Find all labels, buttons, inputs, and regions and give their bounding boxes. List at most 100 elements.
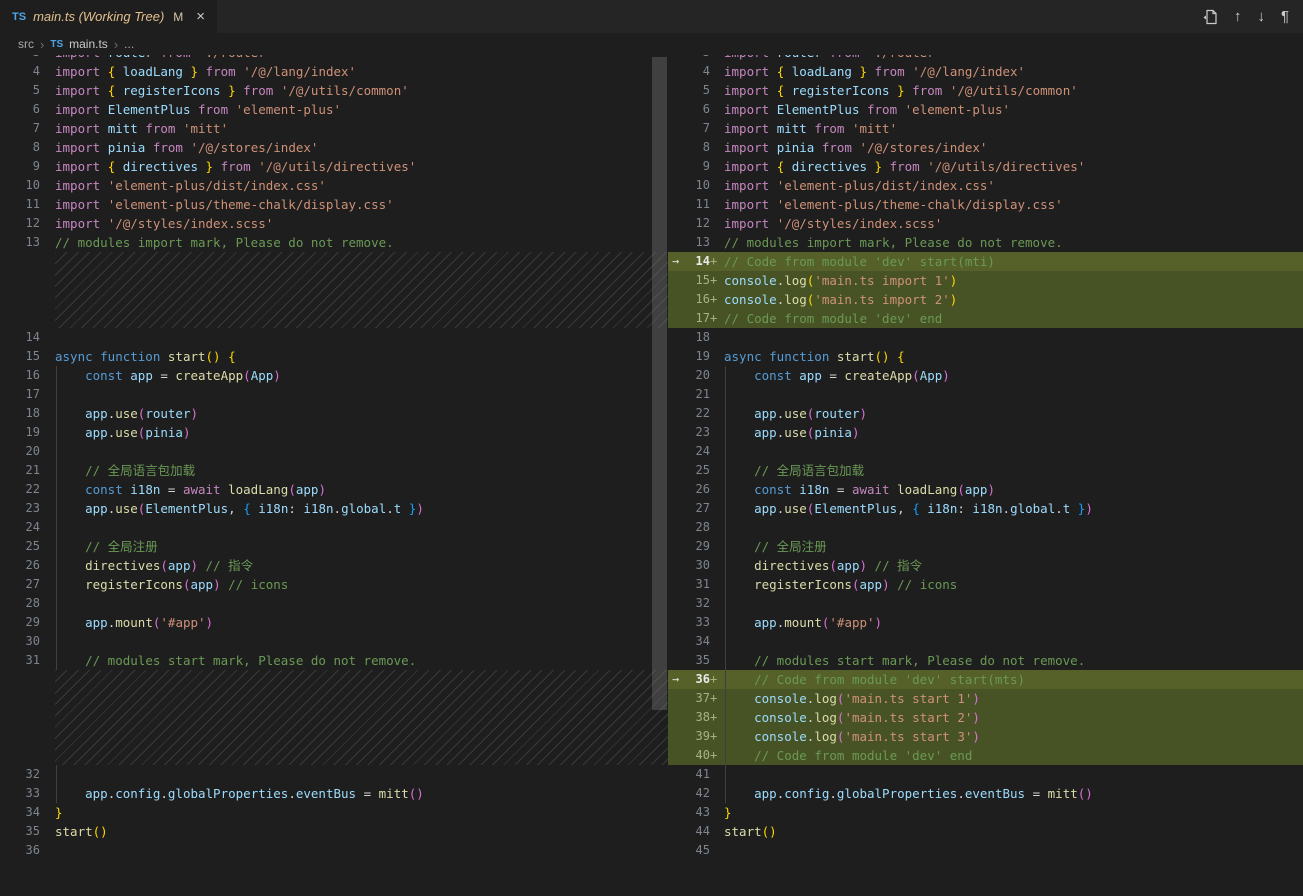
code-line[interactable]: 4import { loadLang } from '/@/lang/index… <box>668 62 1303 81</box>
glyph-margin <box>668 55 686 62</box>
code-line[interactable]: 3import router from './router' <box>668 55 1303 62</box>
vertical-scrollbar[interactable] <box>652 57 667 710</box>
code-line[interactable]: 25 // 全局语言包加载 <box>668 461 1303 480</box>
code-line[interactable]: 15async function start() { <box>0 347 668 366</box>
code-line[interactable]: 12import '/@/styles/index.scss' <box>0 214 668 233</box>
code-line[interactable]: 11import 'element-plus/theme-chalk/displ… <box>668 195 1303 214</box>
code-line[interactable]: 20 const app = createApp(App) <box>668 366 1303 385</box>
indent-guide <box>56 632 57 651</box>
code-line[interactable]: 16 const app = createApp(App) <box>0 366 668 385</box>
code-line[interactable]: 18 <box>668 328 1303 347</box>
code-line[interactable]: 10import 'element-plus/dist/index.css' <box>0 176 668 195</box>
code-line[interactable]: 19 app.use(pinia) <box>0 423 668 442</box>
code-line[interactable]: 31 // modules start mark, Please do not … <box>0 651 668 670</box>
code-line[interactable]: 24 <box>0 518 668 537</box>
added-code-line[interactable]: →36+ // Code from module 'dev' start(mts… <box>668 670 1303 689</box>
code-line[interactable]: 35start() <box>0 822 668 841</box>
code-line[interactable]: 19async function start() { <box>668 347 1303 366</box>
typescript-file-icon: TS <box>50 39 63 50</box>
code-line[interactable]: 29 // 全局注册 <box>668 537 1303 556</box>
code-line[interactable]: 41 <box>668 765 1303 784</box>
code-line[interactable]: 4import { loadLang } from '/@/lang/index… <box>0 62 668 81</box>
code-line[interactable]: 33 app.mount('#app') <box>668 613 1303 632</box>
code-line[interactable]: 18 app.use(router) <box>0 404 668 423</box>
code-line[interactable]: 9import { directives } from '/@/utils/di… <box>668 157 1303 176</box>
code-line[interactable]: 21 // 全局语言包加载 <box>0 461 668 480</box>
code-line[interactable]: 5import { registerIcons } from '/@/utils… <box>668 81 1303 100</box>
code-line[interactable]: 26 const i18n = await loadLang(app) <box>668 480 1303 499</box>
code-line[interactable]: 28 <box>668 518 1303 537</box>
close-icon[interactable]: × <box>196 8 205 25</box>
code-line[interactable]: 45 <box>668 841 1303 860</box>
line-number: 40 <box>686 746 710 765</box>
code-line[interactable]: 34} <box>0 803 668 822</box>
code-line[interactable]: 43} <box>668 803 1303 822</box>
code-line[interactable]: 31 registerIcons(app) // icons <box>668 575 1303 594</box>
code-line[interactable]: 21 <box>668 385 1303 404</box>
code-text: app.use(router) <box>55 404 198 423</box>
code-line[interactable]: 20 <box>0 442 668 461</box>
code-line[interactable]: 8import pinia from '/@/stores/index' <box>0 138 668 157</box>
code-line[interactable]: 14 <box>0 328 668 347</box>
code-line[interactable]: 29 app.mount('#app') <box>0 613 668 632</box>
code-line[interactable]: 8import pinia from '/@/stores/index' <box>668 138 1303 157</box>
code-line[interactable]: 6import ElementPlus from 'element-plus' <box>0 100 668 119</box>
code-line[interactable]: 13// modules import mark, Please do not … <box>0 233 668 252</box>
added-code-line[interactable]: 16+console.log('main.ts import 2') <box>668 290 1303 309</box>
code-line[interactable]: 10import 'element-plus/dist/index.css' <box>668 176 1303 195</box>
code-line[interactable]: 3import router from './router' <box>0 55 668 62</box>
code-line[interactable]: 30 directives(app) // 指令 <box>668 556 1303 575</box>
added-code-line[interactable]: →14+// Code from module 'dev' start(mti) <box>668 252 1303 271</box>
code-line[interactable]: 44start() <box>668 822 1303 841</box>
breadcrumb-symbol[interactable]: ... <box>124 37 134 51</box>
code-text: import pinia from '/@/stores/index' <box>55 138 318 157</box>
line-number: 4 <box>0 62 40 81</box>
code-line[interactable]: 42 app.config.globalProperties.eventBus … <box>668 784 1303 803</box>
code-line[interactable]: 25 // 全局注册 <box>0 537 668 556</box>
code-line[interactable]: 6import ElementPlus from 'element-plus' <box>668 100 1303 119</box>
code-line[interactable]: 36 <box>0 841 668 860</box>
code-line[interactable]: 7import mitt from 'mitt' <box>668 119 1303 138</box>
breadcrumb-file[interactable]: main.ts <box>69 37 108 51</box>
render-whitespace-icon[interactable]: ¶ <box>1281 8 1289 25</box>
code-line[interactable]: 23 app.use(ElementPlus, { i18n: i18n.glo… <box>0 499 668 518</box>
breadcrumb-folder[interactable]: src <box>18 37 34 51</box>
line-number: 29 <box>686 537 710 556</box>
added-code-line[interactable]: 15+console.log('main.ts import 1') <box>668 271 1303 290</box>
code-line[interactable]: 24 <box>668 442 1303 461</box>
code-line[interactable]: 28 <box>0 594 668 613</box>
glyph-margin <box>668 480 686 499</box>
code-line[interactable]: 17 <box>0 385 668 404</box>
code-line[interactable]: 5import { registerIcons } from '/@/utils… <box>0 81 668 100</box>
indent-guide <box>725 651 726 670</box>
code-line[interactable]: 34 <box>668 632 1303 651</box>
code-line[interactable]: 32 <box>668 594 1303 613</box>
added-code-line[interactable]: 38+ console.log('main.ts start 2') <box>668 708 1303 727</box>
code-line[interactable]: 26 directives(app) // 指令 <box>0 556 668 575</box>
code-line[interactable]: 32 <box>0 765 668 784</box>
code-line[interactable]: 27 registerIcons(app) // icons <box>0 575 668 594</box>
line-number: 15 <box>0 347 40 366</box>
code-line[interactable]: 22 const i18n = await loadLang(app) <box>0 480 668 499</box>
added-code-line[interactable]: 37+ console.log('main.ts start 1') <box>668 689 1303 708</box>
tab-main-ts-working-tree[interactable]: TS main.ts (Working Tree) M × <box>0 0 217 33</box>
current-diff-arrow-icon: → <box>668 252 686 271</box>
next-change-icon[interactable]: ↓ <box>1257 8 1265 25</box>
code-line[interactable]: 35 // modules start mark, Please do not … <box>668 651 1303 670</box>
code-line[interactable]: 23 app.use(pinia) <box>668 423 1303 442</box>
code-line[interactable]: 7import mitt from 'mitt' <box>0 119 668 138</box>
added-code-line[interactable]: 40+ // Code from module 'dev' end <box>668 746 1303 765</box>
git-modified-badge: M <box>173 10 183 24</box>
added-code-line[interactable]: 39+ console.log('main.ts start 3') <box>668 727 1303 746</box>
code-line[interactable]: 12import '/@/styles/index.scss' <box>668 214 1303 233</box>
added-code-line[interactable]: 17+// Code from module 'dev' end <box>668 309 1303 328</box>
code-line[interactable]: 11import 'element-plus/theme-chalk/displ… <box>0 195 668 214</box>
previous-change-icon[interactable]: ↑ <box>1234 8 1242 25</box>
code-line[interactable]: 13// modules import mark, Please do not … <box>668 233 1303 252</box>
code-line[interactable]: 33 app.config.globalProperties.eventBus … <box>0 784 668 803</box>
code-line[interactable]: 9import { directives } from '/@/utils/di… <box>0 157 668 176</box>
code-line[interactable]: 27 app.use(ElementPlus, { i18n: i18n.glo… <box>668 499 1303 518</box>
code-line[interactable]: 30 <box>0 632 668 651</box>
open-file-icon[interactable] <box>1202 9 1218 25</box>
code-line[interactable]: 22 app.use(router) <box>668 404 1303 423</box>
